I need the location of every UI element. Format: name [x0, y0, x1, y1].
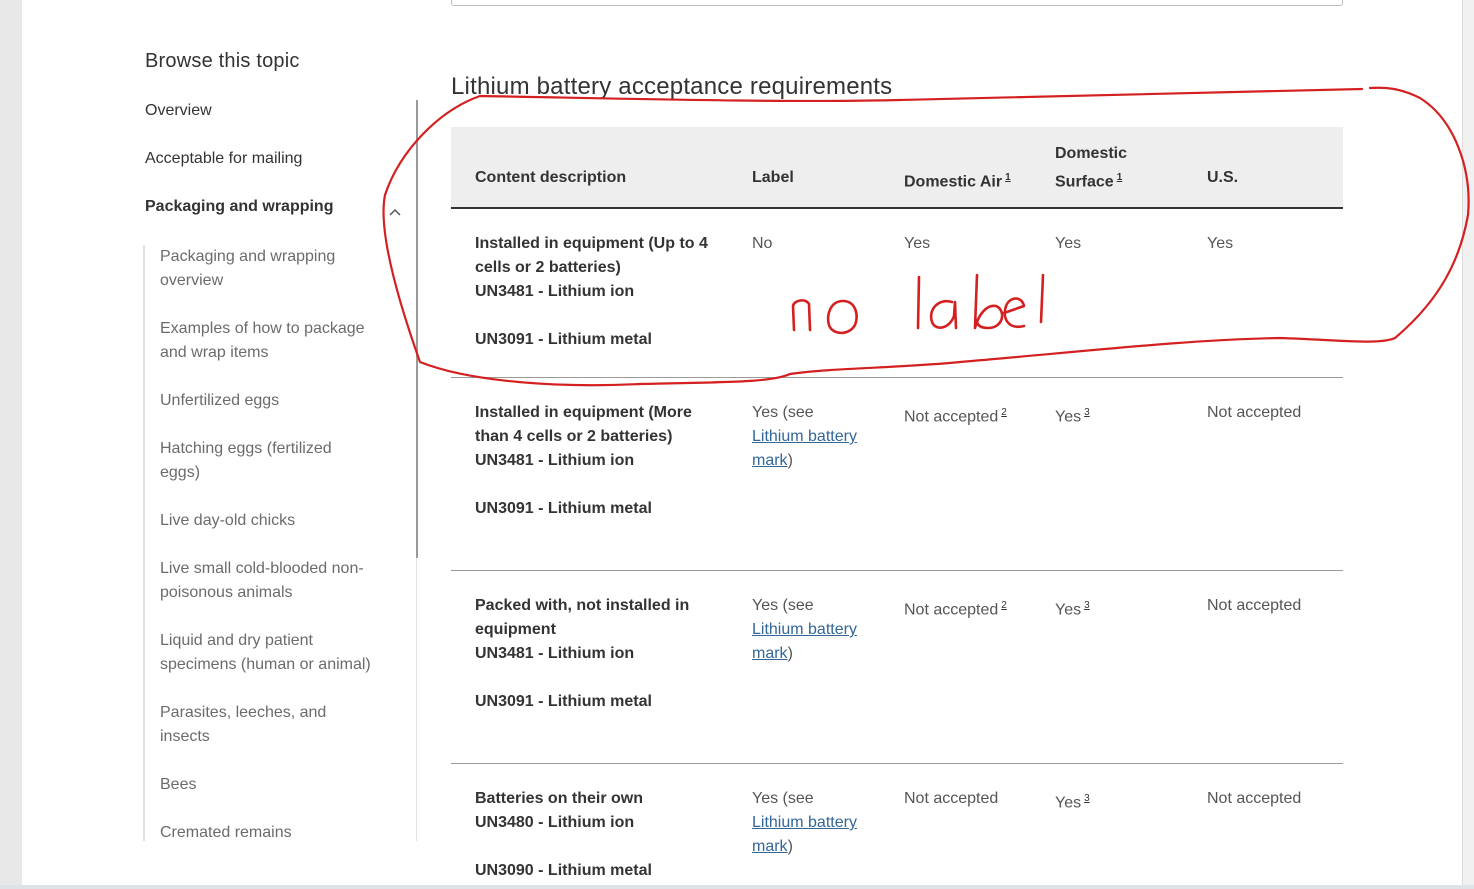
subnav-item-packaging-overview[interactable]: Packaging and wrapping overview	[160, 245, 390, 293]
table-row-3-air: Not accepted 2	[904, 600, 1007, 619]
table-row-2-us: Not accepted	[1207, 404, 1302, 421]
column-header-label: Label	[752, 169, 794, 186]
table-row-4-us: Not accepted	[1207, 790, 1302, 807]
column-header-domestic-air: Domestic Air 1	[904, 172, 1011, 191]
footnote-link[interactable]: 2	[1001, 407, 1007, 418]
footnote-link[interactable]: 3	[1084, 793, 1090, 804]
bottom-edge	[0, 885, 1474, 889]
table-row-3-description: Packed with, not installed in equipment UN…	[475, 597, 690, 710]
table-row-1-air: Yes	[904, 235, 931, 252]
subnav-item-cold-blooded-animals[interactable]: Live small cold-blooded non-poisonous an…	[160, 557, 382, 605]
table-row-3-surface: Yes 3	[1055, 600, 1090, 619]
subnav-item-hatching-eggs[interactable]: Hatching eggs (fertilized eggs)	[160, 437, 360, 485]
table-row-2-air: Not accepted 2	[904, 407, 1007, 426]
sidebar-item-packaging-and-wrapping[interactable]: Packaging and wrapping	[145, 198, 333, 216]
table-row-1-us: Yes	[1207, 235, 1234, 252]
lithium-battery-mark-link[interactable]: Lithium battery mark	[752, 621, 857, 662]
chevron-up-icon[interactable]	[388, 204, 402, 220]
subnav-item-cremated-remains[interactable]: Cremated remains	[160, 821, 390, 845]
table-row-3-us: Not accepted	[1207, 597, 1302, 614]
table-row-3-label: Yes (see Lithium battery mark)	[752, 597, 857, 662]
subnav-item-patient-specimens[interactable]: Liquid and dry patient specimens (human …	[160, 629, 390, 677]
search-box-bottom-edge[interactable]	[451, 0, 1343, 6]
table-row-4-surface: Yes 3	[1055, 793, 1090, 812]
table-row-4-description: Batteries on their own UN3480 - Lithium i…	[475, 790, 652, 879]
subnav-rail	[143, 245, 145, 841]
footnote-link[interactable]: 1	[1005, 172, 1011, 183]
subnav-item-bees[interactable]: Bees	[160, 773, 390, 797]
table-header: Content description Label Domestic Air 1 …	[451, 127, 1343, 209]
subnav-item-examples[interactable]: Examples of how to package and wrap item…	[160, 317, 390, 365]
table-row-2-surface: Yes 3	[1055, 407, 1090, 426]
column-header-us: U.S.	[1207, 169, 1239, 186]
table-row-1-description: Installed in equipment (Up to 4 cells or …	[475, 235, 708, 348]
footnote-link[interactable]: 3	[1084, 600, 1090, 611]
footnote-link[interactable]: 2	[1001, 600, 1007, 611]
subnav-item-parasites[interactable]: Parasites, leeches, and insects	[160, 701, 350, 749]
table-row-4-air: Not accepted	[904, 790, 999, 807]
table-row-4-label: Yes (see Lithium battery mark)	[752, 790, 857, 855]
lithium-battery-mark-link[interactable]: Lithium battery mark	[752, 814, 857, 855]
table-row-1-label: No	[752, 235, 773, 252]
lithium-battery-mark-link[interactable]: Lithium battery mark	[752, 428, 857, 469]
sidebar-item-acceptable-for-mailing[interactable]: Acceptable for mailing	[145, 150, 302, 168]
row-divider	[451, 763, 1343, 764]
subnav-item-unfertilized-eggs[interactable]: Unfertilized eggs	[160, 389, 390, 413]
sidebar-item-overview[interactable]: Overview	[145, 102, 212, 120]
table-row-2-label: Yes (see Lithium battery mark)	[752, 404, 857, 469]
column-header-content: Content description	[475, 169, 627, 186]
row-divider	[451, 377, 1343, 378]
sidebar-divider	[416, 100, 418, 558]
section-title: Lithium battery acceptance requirements	[451, 73, 893, 100]
sidebar-divider-light	[416, 558, 417, 841]
subnav-item-day-old-chicks[interactable]: Live day-old chicks	[160, 509, 390, 533]
row-divider	[451, 570, 1343, 571]
vertical-scrollbar[interactable]	[1462, 0, 1474, 889]
column-header-domestic-surface: Domestic Surface 1	[1055, 145, 1128, 191]
footnote-link[interactable]: 1	[1117, 172, 1123, 183]
table-row-1-surface: Yes	[1055, 235, 1082, 252]
footnote-link[interactable]: 3	[1084, 407, 1090, 418]
browse-topic-title: Browse this topic	[145, 50, 300, 72]
table-row-2-description: Installed in equipment (More than 4 cells…	[475, 404, 692, 517]
